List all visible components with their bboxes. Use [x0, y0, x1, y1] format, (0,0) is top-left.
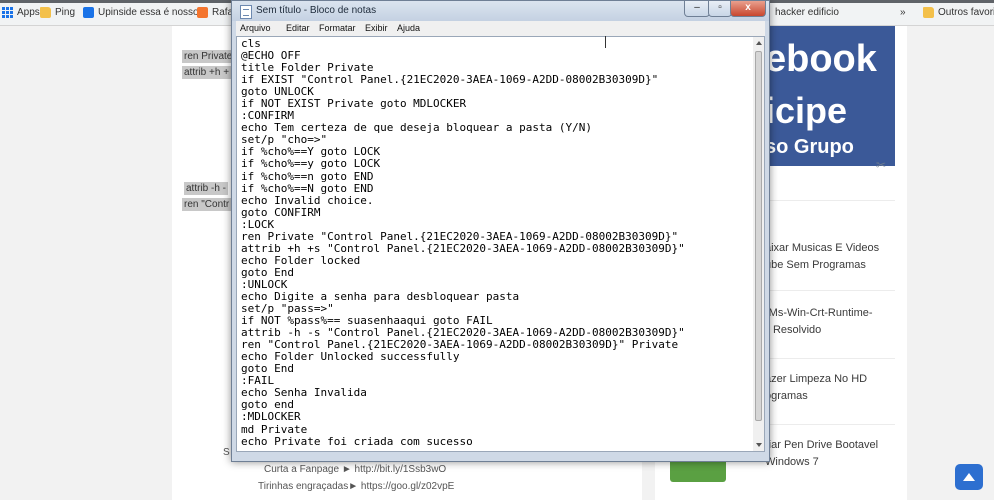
sidebar-post[interactable]: riar Pen Drive Bootavel Windows 7	[765, 437, 878, 471]
sidebar-post[interactable]: azer Limpeza No HD ogramas	[765, 371, 867, 405]
title-bar[interactable]: Sem título - Bloco de notas – ▫ x	[232, 1, 769, 21]
fanpage-link[interactable]: Curta a Fanpage ► http://bit.ly/1Ssb3wO	[264, 464, 446, 475]
folder-icon	[923, 7, 934, 18]
post-title-line: azer Limpeza No HD	[765, 373, 868, 385]
menu-exibir[interactable]: Exibir	[365, 23, 388, 33]
text-editor-area[interactable]: cls @ECHO OFF title Folder Private if EX…	[236, 36, 755, 452]
site-favicon-icon	[83, 7, 94, 18]
post-title-line: aixar Musicas E Videos	[765, 242, 880, 254]
post-title-line: Windows 7	[765, 456, 819, 468]
code-snippet: ren "Contr	[182, 198, 232, 211]
scroll-to-top-button[interactable]	[955, 464, 983, 490]
text-cursor-icon	[605, 36, 608, 48]
bookmark-apps[interactable]: Apps	[2, 7, 40, 18]
notepad-icon	[240, 5, 252, 19]
window-title: Sem título - Bloco de notas	[256, 5, 377, 16]
menu-bar: Arquivo Editar Formatar Exibir Ajuda	[236, 21, 765, 36]
close-button[interactable]: x	[730, 1, 766, 17]
menu-formatar[interactable]: Formatar	[319, 23, 356, 33]
scrollbar-thumb[interactable]	[755, 51, 762, 421]
tools-icon[interactable]: ✂	[876, 158, 886, 172]
scroll-down-icon[interactable]	[756, 443, 762, 447]
minimize-button[interactable]: –	[684, 1, 710, 17]
bookmarks-overflow-button[interactable]: »	[900, 7, 906, 18]
bookmark-hacker[interactable]: hacker edificio	[775, 7, 839, 18]
post-title-line: ogramas	[765, 390, 808, 402]
sidebar-post[interactable]: -Ms-Win-Crt-Runtime- ll Resolvido	[765, 305, 873, 339]
menu-ajuda[interactable]: Ajuda	[397, 23, 420, 33]
bookmark-rafa[interactable]: Rafa	[197, 7, 233, 18]
folder-icon	[40, 7, 51, 18]
post-title-line: ube Sem Programas	[765, 259, 866, 271]
bookmark-label: Apps	[17, 7, 40, 18]
bookmark-label: Outros favorit	[938, 7, 994, 18]
bookmark-label: Ping	[55, 7, 76, 18]
code-snippet: attrib +h +	[182, 66, 232, 79]
vertical-scrollbar[interactable]	[753, 36, 765, 452]
menu-editar[interactable]: Editar	[286, 23, 310, 33]
post-title-line: ll Resolvido	[765, 324, 822, 336]
banner-text: ebook	[765, 38, 877, 80]
editor-content: cls @ECHO OFF title Folder Private if EX…	[241, 37, 685, 448]
blogger-icon	[197, 7, 208, 18]
banner-text: icipe	[765, 90, 848, 131]
scroll-up-icon[interactable]	[756, 41, 762, 45]
code-snippet: ren Private	[182, 50, 235, 63]
bookmark-upinside[interactable]: Upinside essa é nosso	[83, 7, 199, 18]
bookmark-ping[interactable]: Ping	[40, 7, 75, 18]
bookmark-label: Upinside essa é nosso	[98, 7, 199, 18]
bookmark-other-favorites[interactable]: Outros favorit	[923, 7, 994, 18]
maximize-button[interactable]: ▫	[708, 1, 732, 17]
notepad-window: Sem título - Bloco de notas – ▫ x Arquiv…	[231, 0, 770, 462]
apps-grid-icon	[2, 7, 13, 18]
code-snippet: attrib -h -	[184, 182, 229, 195]
bookmark-label: hacker edificio	[775, 7, 839, 18]
bookmark-label: Rafa	[212, 7, 234, 18]
comics-link[interactable]: Tirinhas engraçadas► https://goo.gl/z02v…	[258, 481, 454, 492]
article-text: S	[223, 447, 230, 458]
post-title-line: -Ms-Win-Crt-Runtime-	[765, 307, 873, 319]
post-title-line: riar Pen Drive Bootavel	[765, 439, 879, 451]
chevron-double-right-icon: »	[900, 7, 906, 18]
banner-text: so Grupo	[765, 136, 854, 158]
sidebar-post[interactable]: aixar Musicas E Videos ube Sem Programas	[765, 240, 879, 274]
facebook-banner[interactable]: ebook icipe so Grupo	[757, 26, 895, 166]
menu-arquivo[interactable]: Arquivo	[240, 23, 271, 33]
